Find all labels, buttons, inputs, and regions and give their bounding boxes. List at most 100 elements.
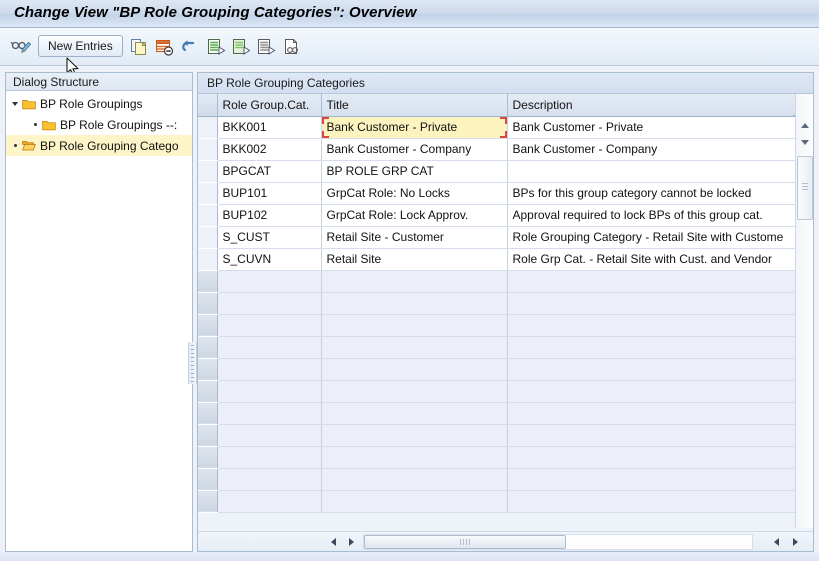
- row-selector[interactable]: [198, 489, 218, 513]
- cell-title[interactable]: [321, 380, 508, 403]
- row-selector[interactable]: [198, 203, 218, 227]
- row-selector[interactable]: [198, 401, 218, 425]
- table-row-empty[interactable]: [198, 423, 796, 447]
- cell-title[interactable]: [321, 446, 508, 469]
- cell-code[interactable]: BUP102: [217, 204, 322, 227]
- table-row[interactable]: S_CUVN Retail Site Role Grp Cat. - Retai…: [198, 247, 796, 271]
- select-block-icon[interactable]: [253, 34, 279, 60]
- row-selector[interactable]: [198, 313, 218, 337]
- cell-title[interactable]: [321, 490, 508, 513]
- table-row[interactable]: BPGCAT BP ROLE GRP CAT: [198, 159, 796, 183]
- table-row-empty[interactable]: [198, 291, 796, 315]
- table-row[interactable]: BUP101 GrpCat Role: No Locks BPs for thi…: [198, 181, 796, 205]
- row-selector[interactable]: [198, 269, 218, 293]
- undo-arrow-icon[interactable]: [176, 34, 202, 60]
- page-right-button[interactable]: [788, 534, 803, 549]
- table-row[interactable]: S_CUST Retail Site - Customer Role Group…: [198, 225, 796, 249]
- table-row-empty[interactable]: [198, 489, 796, 513]
- cell-title[interactable]: [321, 270, 508, 293]
- column-header-title[interactable]: Title: [321, 94, 508, 117]
- table-row-empty[interactable]: [198, 379, 796, 403]
- delete-row-icon[interactable]: [151, 34, 177, 60]
- row-selector[interactable]: [198, 445, 218, 469]
- cell-description[interactable]: [507, 160, 796, 183]
- cell-description[interactable]: BPs for this group category cannot be lo…: [507, 182, 796, 205]
- table-row-empty[interactable]: [198, 335, 796, 359]
- tree-item-bp-role-groupings[interactable]: BP Role Groupings: [6, 93, 192, 114]
- cell-description[interactable]: [507, 380, 796, 403]
- cell-title[interactable]: [321, 402, 508, 425]
- page-left-button[interactable]: [769, 534, 784, 549]
- table-row[interactable]: BKK001 Bank Customer - Private Bank Cust…: [198, 115, 796, 139]
- cell-description[interactable]: Bank Customer - Private: [507, 116, 796, 139]
- cell-title[interactable]: Retail Site: [321, 248, 508, 271]
- grid-horizontal-scrollbar[interactable]: [198, 531, 813, 551]
- cell-description[interactable]: [507, 336, 796, 359]
- cell-code[interactable]: [217, 402, 322, 425]
- cell-title[interactable]: [321, 424, 508, 447]
- select-all-rows-header[interactable]: [198, 94, 218, 117]
- cell-description[interactable]: Role Grp Cat. - Retail Site with Cust. a…: [507, 248, 796, 271]
- row-selector[interactable]: [198, 467, 218, 491]
- cell-description[interactable]: [507, 446, 796, 469]
- table-row-empty[interactable]: [198, 269, 796, 293]
- scroll-up-button[interactable]: [797, 117, 813, 133]
- row-selector[interactable]: [198, 137, 218, 161]
- cell-description[interactable]: [507, 468, 796, 491]
- select-all-icon[interactable]: [203, 34, 229, 60]
- cell-code[interactable]: [217, 380, 322, 403]
- cell-code[interactable]: [217, 468, 322, 491]
- glasses-pencil-icon[interactable]: [8, 34, 34, 60]
- row-selector[interactable]: [198, 379, 218, 403]
- cell-code[interactable]: S_CUVN: [217, 248, 322, 271]
- cell-description[interactable]: [507, 270, 796, 293]
- row-selector[interactable]: [198, 291, 218, 315]
- cell-code[interactable]: [217, 358, 322, 381]
- table-row-empty[interactable]: [198, 313, 796, 337]
- new-entries-button[interactable]: New Entries: [38, 35, 123, 57]
- scroll-right-button[interactable]: [344, 534, 359, 549]
- row-selector[interactable]: [198, 181, 218, 205]
- tree-item-bp-role-grouping-categories[interactable]: BP Role Grouping Catego: [6, 135, 192, 156]
- row-selector[interactable]: [198, 423, 218, 447]
- row-selector[interactable]: [198, 335, 218, 359]
- cell-title[interactable]: Bank Customer - Company: [321, 138, 508, 161]
- row-selector[interactable]: [198, 225, 218, 249]
- cell-code[interactable]: [217, 314, 322, 337]
- table-row[interactable]: BKK002 Bank Customer - Company Bank Cust…: [198, 137, 796, 161]
- binoculars-page-icon[interactable]: [279, 34, 305, 60]
- horizontal-scroll-thumb[interactable]: [364, 535, 566, 549]
- row-selector[interactable]: [198, 115, 218, 139]
- cell-code[interactable]: BKK002: [217, 138, 322, 161]
- expand-collapse-triangle-icon[interactable]: [8, 101, 22, 106]
- column-header-description[interactable]: Description: [507, 94, 796, 117]
- cell-title[interactable]: GrpCat Role: Lock Approv.: [321, 204, 508, 227]
- row-selector[interactable]: [198, 159, 218, 183]
- cell-title[interactable]: [321, 314, 508, 337]
- grid-vertical-scrollbar[interactable]: [795, 94, 813, 528]
- cell-title[interactable]: [321, 468, 508, 491]
- column-header-role-group-cat[interactable]: Role Group.Cat.: [217, 94, 322, 117]
- cell-code[interactable]: S_CUST: [217, 226, 322, 249]
- cell-title[interactable]: [321, 358, 508, 381]
- scroll-left-button[interactable]: [326, 534, 341, 549]
- deselect-all-icon[interactable]: [228, 34, 254, 60]
- cell-description[interactable]: Approval required to lock BPs of this gr…: [507, 204, 796, 227]
- cell-code[interactable]: [217, 336, 322, 359]
- vertical-scroll-thumb[interactable]: [796, 156, 813, 220]
- cell-code[interactable]: [217, 446, 322, 469]
- scroll-down-button[interactable]: [797, 134, 813, 150]
- cell-title[interactable]: [321, 292, 508, 315]
- cell-title[interactable]: [321, 336, 508, 359]
- table-row-empty[interactable]: [198, 445, 796, 469]
- cell-code[interactable]: BKK001: [217, 116, 322, 139]
- cell-description[interactable]: [507, 490, 796, 513]
- cell-code[interactable]: [217, 490, 322, 513]
- cell-code[interactable]: BUP101: [217, 182, 322, 205]
- cell-code[interactable]: [217, 270, 322, 293]
- cell-title[interactable]: Bank Customer - Private: [321, 116, 508, 139]
- row-selector[interactable]: [198, 247, 218, 271]
- cell-description[interactable]: [507, 424, 796, 447]
- cell-title[interactable]: BP ROLE GRP CAT: [321, 160, 508, 183]
- cell-description[interactable]: [507, 358, 796, 381]
